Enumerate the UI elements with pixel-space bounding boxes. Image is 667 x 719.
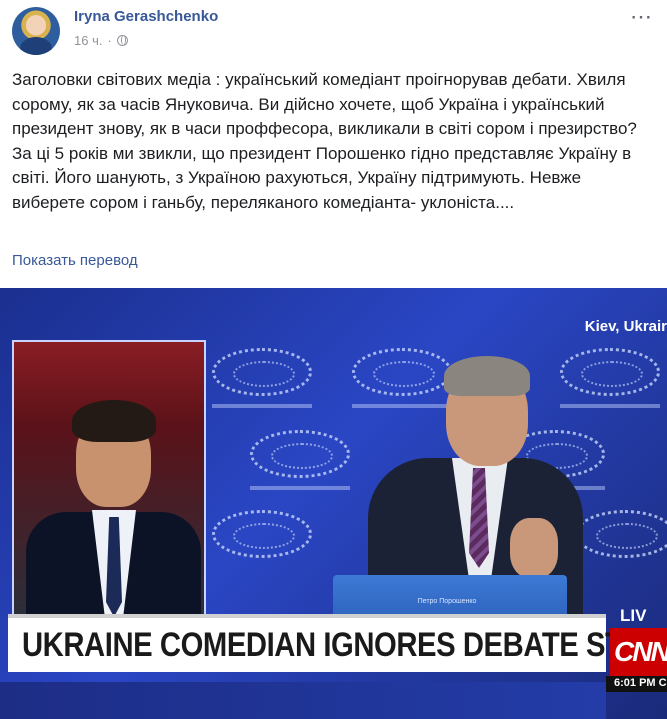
post-text: Заголовки світових медіа : український к… bbox=[12, 68, 657, 215]
globe-icon[interactable] bbox=[116, 35, 128, 46]
bottom-band bbox=[0, 682, 606, 719]
post-header: Iryna Gerashchenko 16 ч. · ⋯ bbox=[0, 0, 667, 60]
post-time[interactable]: 16 ч. bbox=[74, 33, 102, 48]
stage-logo-caption bbox=[352, 404, 452, 408]
location-label: Kiev, Ukrair bbox=[584, 318, 667, 335]
stage-logo bbox=[212, 510, 312, 558]
speaker-hand bbox=[510, 518, 558, 578]
anchor-inset bbox=[12, 340, 206, 619]
post-paragraph: За ці 5 років ми звикли, що президент По… bbox=[12, 143, 632, 212]
stage-logo bbox=[352, 348, 452, 396]
stage-logo bbox=[212, 348, 312, 396]
stage-logo-caption bbox=[212, 404, 312, 408]
stage-logo bbox=[250, 430, 350, 478]
stage-logo bbox=[560, 348, 660, 396]
stage-logo-caption bbox=[560, 404, 660, 408]
cnn-logo-text: CNN bbox=[614, 636, 667, 667]
meta-separator: · bbox=[107, 33, 112, 48]
chyron-headline: UKRAINE COMEDIAN IGNORES DEBATE STAGE bbox=[22, 626, 667, 664]
show-translation-link[interactable]: Показать перевод bbox=[12, 252, 138, 269]
avatar[interactable] bbox=[12, 7, 60, 55]
broadcast-time: 6:01 PM C bbox=[614, 677, 667, 689]
stage-logo bbox=[575, 510, 667, 558]
post-paragraph: Заголовки світових медіа : український к… bbox=[12, 70, 637, 138]
post-image[interactable]: Kiev, Ukrair Петро Порошенко UKRAINE COM… bbox=[0, 288, 667, 719]
podium-nameplate: Петро Порошенко bbox=[417, 598, 477, 605]
author-name[interactable]: Iryna Gerashchenko bbox=[74, 8, 218, 25]
stage-logo-caption bbox=[250, 486, 350, 490]
post-meta: 16 ч. · bbox=[74, 33, 128, 48]
speaker-hair bbox=[444, 356, 530, 396]
anchor-hair bbox=[72, 400, 156, 442]
live-label: LIV bbox=[620, 606, 647, 625]
avatar-figure bbox=[20, 37, 52, 55]
lower-third-banner: UKRAINE COMEDIAN IGNORES DEBATE STAGE bbox=[8, 614, 667, 672]
more-options-icon[interactable]: ⋯ bbox=[630, 4, 653, 30]
